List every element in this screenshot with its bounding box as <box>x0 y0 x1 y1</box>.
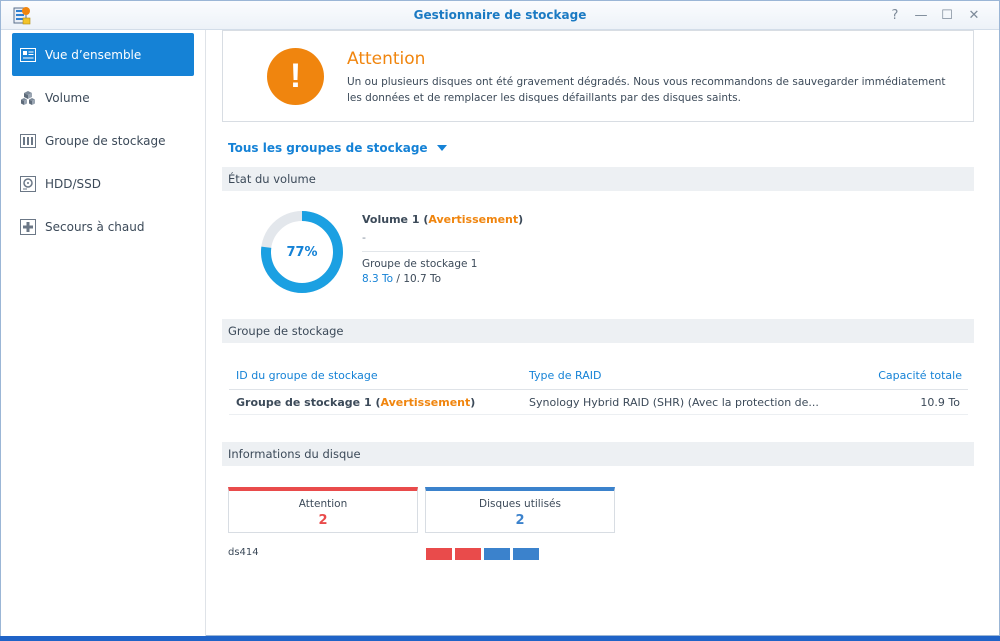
volume-description: - <box>362 231 366 244</box>
sidebar-item-label: Secours à chaud <box>45 219 145 234</box>
disk-slot-2[interactable] <box>455 548 481 560</box>
overview-icon <box>19 46 37 64</box>
attention-card-value: 2 <box>318 513 328 528</box>
help-icon[interactable]: ? <box>885 5 905 25</box>
volume-name-text: Volume 1 <box>362 213 420 226</box>
sidebar-item-label: Groupe de stockage <box>45 133 166 148</box>
attention-card[interactable]: Attention 2 <box>228 487 418 533</box>
column-header-capacity[interactable]: Capacité totale <box>878 369 962 382</box>
sidebar-item-storage-pool[interactable]: Groupe de stockage <box>12 119 194 162</box>
volume-capacity: 8.3 To / 10.7 To <box>362 273 441 285</box>
used-disks-card-value: 2 <box>515 513 525 528</box>
alert-panel: ! Attention Un ou plusieurs disques ont … <box>222 30 974 122</box>
sidebar-item-label: HDD/SSD <box>45 176 102 191</box>
alert-message: Un ou plusieurs disques ont été gravemen… <box>347 76 946 104</box>
raid-type-cell: Synology Hybrid RAID (SHR) (Avec la prot… <box>529 396 819 409</box>
disk-slot-3[interactable] <box>484 548 510 560</box>
table-header-row: ID du groupe de stockage Type de RAID Ca… <box>229 364 968 390</box>
pool-id-cell: Groupe de stockage 1 (Avertissement) <box>236 396 475 409</box>
alert-title: Attention <box>347 49 426 69</box>
storage-group-selector[interactable]: Tous les groupes de stockage <box>228 141 447 155</box>
storage-pool-header: Groupe de stockage <box>222 319 974 343</box>
volume-pool-name: Groupe de stockage 1 <box>362 258 478 270</box>
sidebar-item-hdd-ssd[interactable]: HDD/SSD <box>12 162 194 205</box>
title-bar[interactable]: Gestionnaire de stockage ? — ☐ ✕ <box>1 1 999 30</box>
volume-status-header: État du volume <box>222 167 974 191</box>
hot-spare-icon <box>19 218 37 236</box>
sidebar-item-volume[interactable]: Volume <box>12 76 194 119</box>
volume-status: Avertissement <box>428 213 519 226</box>
hdd-icon <box>19 175 37 193</box>
sidebar-item-overview[interactable]: Vue d’ensemble <box>12 33 194 76</box>
column-header-raid-type[interactable]: Type de RAID <box>529 369 601 382</box>
minimize-icon[interactable]: — <box>911 5 931 25</box>
volume-name[interactable]: Volume 1 (Avertissement) <box>362 213 523 226</box>
column-header-pool-id[interactable]: ID du groupe de stockage <box>236 369 378 382</box>
storage-manager-window: Gestionnaire de stockage ? — ☐ ✕ Vue d’e… <box>0 0 1000 636</box>
pool-status: Avertissement <box>380 396 471 409</box>
exclamation-icon: ! <box>267 48 324 105</box>
attention-card-label: Attention <box>298 498 348 510</box>
main-content: ! Attention Un ou plusieurs disques ont … <box>207 30 999 636</box>
usage-percent: 77% <box>286 244 318 260</box>
used-disks-card[interactable]: Disques utilisés 2 <box>425 487 615 533</box>
volume-used: 8.3 To <box>362 273 394 285</box>
capacity-cell: 10.9 To <box>920 396 960 409</box>
window-title: Gestionnaire de stockage <box>413 8 587 22</box>
used-disks-card-label: Disques utilisés <box>479 498 561 510</box>
volume-capacity-separator: / <box>393 273 404 285</box>
sidebar-item-label: Vue d’ensemble <box>45 47 142 62</box>
maximize-icon[interactable]: ☐ <box>937 5 957 25</box>
table-row[interactable]: Groupe de stockage 1 (Avertissement) Syn… <box>229 390 968 415</box>
disk-host-name: ds414 <box>228 547 259 558</box>
volume-status-open: ( <box>419 213 429 226</box>
storage-pool-icon <box>19 132 37 150</box>
volume-total: 10.7 To <box>403 273 442 285</box>
sidebar-item-label: Volume <box>45 90 90 105</box>
storage-pool-table: ID du groupe de stockage Type de RAID Ca… <box>229 364 968 415</box>
volume-divider <box>362 251 480 252</box>
storage-group-selector-label: Tous les groupes de stockage <box>228 141 428 155</box>
volume-cubes-icon <box>19 89 37 107</box>
caret-down-icon <box>436 145 447 151</box>
pool-id-text: Groupe de stockage 1 <box>236 396 372 409</box>
sidebar-item-hot-spare[interactable]: Secours à chaud <box>12 205 194 248</box>
disk-info-header: Informations du disque <box>222 442 974 466</box>
disk-slot-4[interactable] <box>513 548 539 560</box>
disk-slot-1[interactable] <box>426 548 452 560</box>
close-icon[interactable]: ✕ <box>964 5 984 25</box>
pool-status-close: ) <box>470 396 476 409</box>
volume-status-close: ) <box>518 213 524 226</box>
sidebar: Vue d’ensemble Volume Groupe de stockage… <box>1 30 206 636</box>
